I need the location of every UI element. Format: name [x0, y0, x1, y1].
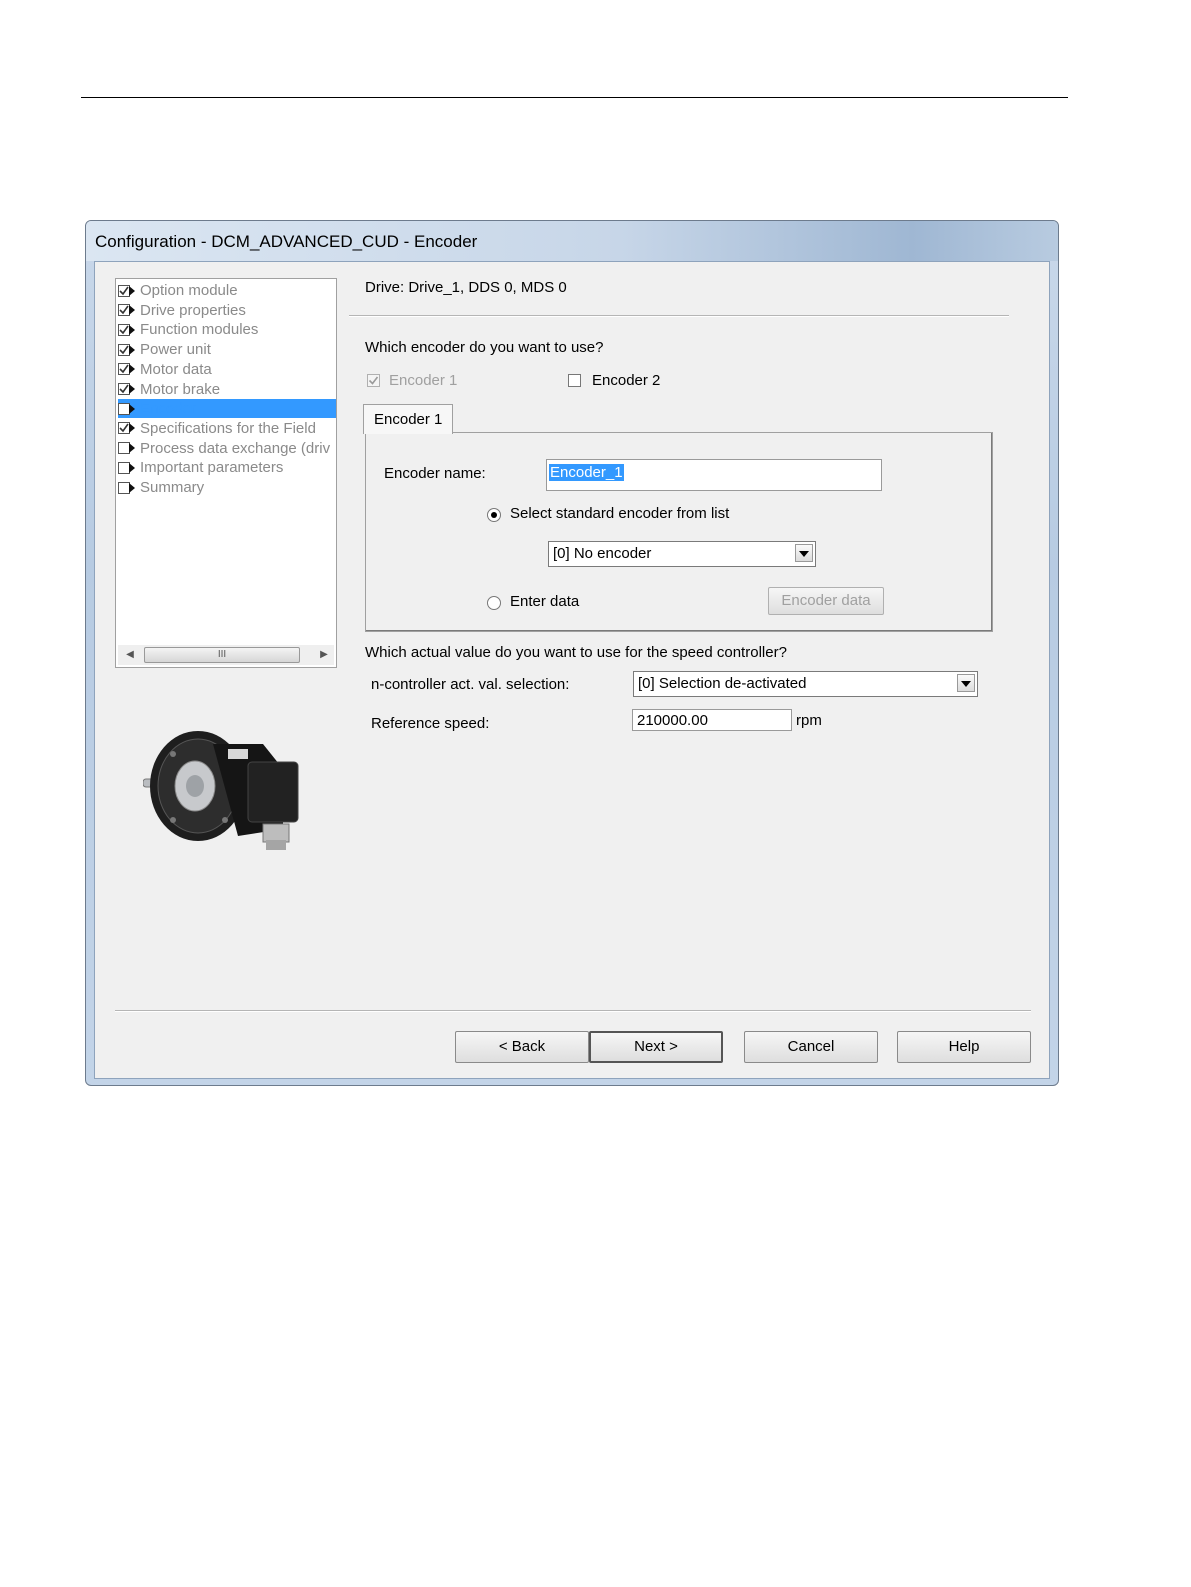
scroll-left-icon[interactable]: ◀ [122, 647, 138, 663]
step-done-icon [118, 382, 136, 396]
checkmark-icon [368, 376, 379, 385]
standard-encoder-select[interactable]: [0] No encoder [548, 541, 816, 567]
tree-item-label: Encoder [140, 400, 196, 418]
page-top-rule [81, 97, 1068, 98]
tree-item-label: Process data exchange (driv [140, 439, 331, 457]
encoder-2-checkbox[interactable] [568, 374, 581, 387]
scroll-thumb[interactable]: III [144, 647, 300, 663]
help-button[interactable]: Help [897, 1031, 1031, 1063]
tree-item-label: Motor brake [140, 380, 221, 398]
dialog-client-area: Option module Drive properties Function mo… [94, 261, 1050, 1079]
tree-item-label: Motor data [140, 360, 212, 378]
tree-item-label: Option module [140, 282, 238, 299]
step-open-icon [118, 461, 136, 475]
step-done-icon [118, 323, 136, 337]
tab-encoder-1-label: Encoder 1 [374, 411, 443, 428]
tree-item[interactable]: Encoder [118, 399, 336, 419]
enter-data-radio[interactable] [487, 596, 501, 610]
tree-item[interactable]: Drive properties [118, 301, 336, 320]
encoder-data-button[interactable]: Encoder data [768, 587, 884, 615]
n-controller-value: [0] Selection de-activated [638, 675, 807, 692]
reference-speed-unit: rpm [796, 712, 822, 729]
step-open-icon [118, 441, 136, 455]
encoder-name-input[interactable]: Encoder_1 [546, 459, 882, 491]
tree-item[interactable]: Summary [118, 478, 336, 497]
tree-item-label: Summary [140, 479, 205, 496]
tree-item-label: Important parameters [140, 459, 284, 477]
n-controller-select[interactable]: [0] Selection de-activated [633, 671, 978, 697]
encoder-question: Which encoder do you want to use? [365, 339, 604, 356]
configuration-dialog: Configuration - DCM_ADVANCED_CUD - Encod… [85, 220, 1059, 1086]
select-standard-encoder-radio[interactable] [487, 508, 501, 522]
tree-horizontal-scrollbar[interactable]: ◀ III ▶ [118, 645, 334, 665]
select-standard-encoder-label: Select standard encoder from list [510, 505, 730, 522]
cancel-button[interactable]: Cancel [744, 1031, 878, 1063]
enter-data-label: Enter data [510, 593, 580, 610]
step-done-icon [118, 421, 136, 435]
scroll-right-icon[interactable]: ▶ [316, 647, 332, 663]
tree-item-label: Function modules [140, 321, 259, 339]
step-done-icon [118, 284, 136, 298]
step-done-icon [118, 343, 136, 357]
encoder-name-label: Encoder name: [384, 465, 486, 482]
back-button[interactable]: < Back [455, 1031, 589, 1063]
reference-speed-label: Reference speed: [371, 715, 490, 732]
tree-item[interactable]: Power unit [118, 340, 336, 359]
reference-speed-value: 210000.00 [637, 712, 708, 729]
encoder-1-label: Encoder 1 [389, 372, 458, 389]
tree-item[interactable]: Function modules [118, 320, 336, 339]
tree-item[interactable]: Process data exchange (driv [118, 439, 336, 458]
footer-separator [115, 1010, 1031, 1012]
step-done-icon [118, 362, 136, 376]
reference-speed-input[interactable]: 210000.00 [632, 709, 792, 731]
tree-item[interactable]: Motor brake [118, 380, 336, 399]
next-button[interactable]: Next > [589, 1031, 723, 1063]
chevron-down-icon[interactable] [957, 674, 975, 692]
tree-item[interactable]: Motor data [118, 360, 336, 379]
tab-encoder-1[interactable]: Encoder 1 [363, 404, 453, 434]
step-done-icon [118, 303, 136, 317]
encoder-1-checkbox[interactable] [367, 374, 380, 387]
n-controller-label: n-controller act. val. selection: [371, 676, 570, 693]
chevron-down-icon[interactable] [795, 544, 813, 562]
encoder-2-label: Encoder 2 [592, 372, 661, 389]
step-open-icon [118, 402, 136, 416]
wizard-step-tree[interactable]: Option module Drive properties Function mo… [115, 278, 337, 668]
tree-item[interactable]: Important parameters [118, 458, 336, 477]
tree-item-label: Power unit [140, 341, 211, 359]
drive-info: Drive: Drive_1, DDS 0, MDS 0 [365, 279, 567, 296]
tree-item-label: Drive properties [140, 301, 246, 319]
title-bar[interactable]: Configuration - DCM_ADVANCED_CUD - Encod… [86, 221, 1058, 261]
speed-question: Which actual value do you want to use fo… [365, 644, 787, 661]
step-open-icon [118, 481, 136, 495]
window-title: Configuration - DCM_ADVANCED_CUD - Encod… [95, 232, 478, 251]
tree-item[interactable]: Specifications for the Field [118, 419, 336, 438]
encoder-image [143, 731, 299, 850]
tree-item-label: Specifications for the Field [140, 419, 316, 437]
encoder-name-value: Encoder_1 [549, 464, 624, 481]
standard-encoder-value: [0] No encoder [553, 545, 652, 562]
header-separator [349, 315, 1009, 317]
tree-item[interactable]: Option module [118, 281, 336, 300]
